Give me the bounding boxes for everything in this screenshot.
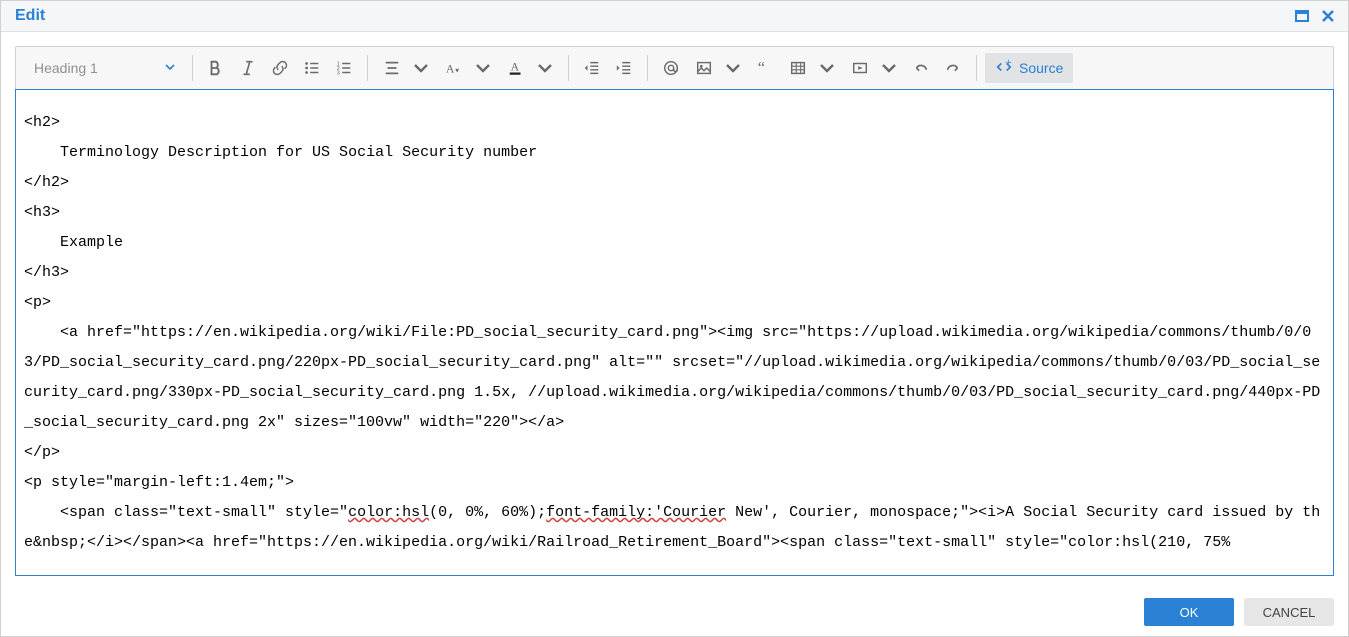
font-size-button[interactable]: A▼ xyxy=(438,53,468,83)
heading-dropdown[interactable]: Heading 1 xyxy=(24,53,184,83)
bullet-list-button[interactable] xyxy=(297,53,327,83)
svg-text:“: “ xyxy=(758,59,765,77)
source-label: Source xyxy=(1019,60,1063,76)
separator xyxy=(367,55,368,81)
blockquote-button[interactable]: “ xyxy=(750,53,780,83)
maximize-icon[interactable] xyxy=(1294,8,1310,24)
redo-button[interactable] xyxy=(938,53,968,83)
separator xyxy=(647,55,648,81)
editor-area: Heading 1 123 A▼ A xyxy=(1,32,1348,590)
edit-dialog: Edit Heading 1 123 xyxy=(0,0,1349,637)
chevron-down-icon[interactable] xyxy=(468,53,498,83)
chevron-down-icon[interactable] xyxy=(874,53,904,83)
chevron-down-icon[interactable] xyxy=(718,53,748,83)
window-controls xyxy=(1294,8,1336,24)
mention-button[interactable] xyxy=(656,53,686,83)
separator xyxy=(976,55,977,81)
chevron-down-icon[interactable] xyxy=(812,53,842,83)
media-button[interactable] xyxy=(844,53,874,83)
chevron-down-icon[interactable] xyxy=(406,53,436,83)
italic-button[interactable] xyxy=(233,53,263,83)
source-button[interactable]: Source xyxy=(985,53,1073,83)
svg-text:3: 3 xyxy=(337,70,340,76)
svg-text:▼: ▼ xyxy=(454,68,460,75)
chevron-down-icon[interactable] xyxy=(530,53,560,83)
dialog-footer: OK CANCEL xyxy=(1,590,1348,636)
separator xyxy=(568,55,569,81)
outdent-button[interactable] xyxy=(577,53,607,83)
close-icon[interactable] xyxy=(1320,8,1336,24)
dialog-header: Edit xyxy=(1,1,1348,32)
cancel-button[interactable]: CANCEL xyxy=(1244,598,1334,626)
toolbar: Heading 1 123 A▼ A xyxy=(15,46,1334,89)
link-button[interactable] xyxy=(265,53,295,83)
dialog-title: Edit xyxy=(15,7,45,25)
bold-button[interactable] xyxy=(201,53,231,83)
image-button[interactable] xyxy=(688,53,718,83)
source-textarea[interactable]: <h2> Terminology Description for US Soci… xyxy=(15,89,1334,576)
numbered-list-button[interactable]: 123 xyxy=(329,53,359,83)
chevron-down-icon xyxy=(164,60,176,76)
separator xyxy=(192,55,193,81)
ok-button[interactable]: OK xyxy=(1144,598,1234,626)
font-color-button[interactable]: A xyxy=(500,53,530,83)
source-icon xyxy=(995,58,1013,79)
heading-label: Heading 1 xyxy=(34,60,98,76)
indent-button[interactable] xyxy=(609,53,639,83)
svg-text:A: A xyxy=(511,61,520,74)
undo-button[interactable] xyxy=(906,53,936,83)
table-button[interactable] xyxy=(782,53,812,83)
align-button[interactable] xyxy=(376,53,406,83)
